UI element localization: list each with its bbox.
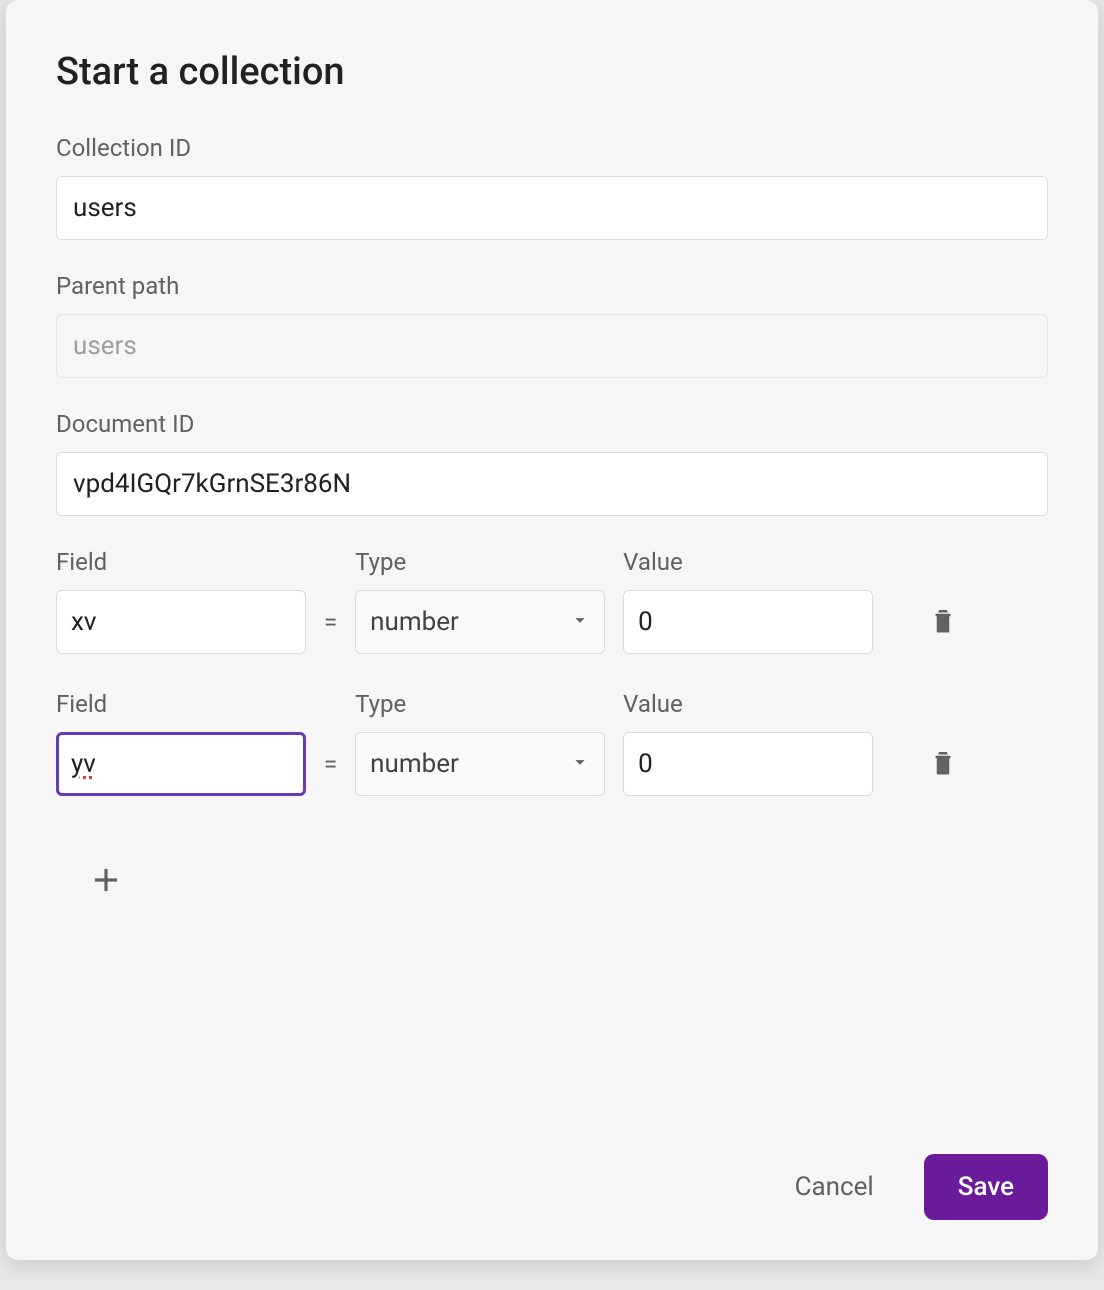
field-type-select[interactable]: number [355, 590, 605, 654]
cancel-button[interactable]: Cancel [785, 1160, 884, 1214]
trash-icon [928, 603, 958, 641]
document-id-input[interactable] [56, 452, 1048, 516]
field-name-input[interactable] [56, 732, 306, 796]
delete-field-button[interactable] [919, 732, 967, 796]
field-name-input[interactable] [56, 590, 306, 654]
field-type-select[interactable]: number [355, 732, 605, 796]
collection-id-input[interactable] [56, 176, 1048, 240]
field-name-label: Field [56, 548, 306, 576]
field-value-col: Value [623, 690, 873, 796]
field-value-label: Value [623, 690, 873, 718]
field-type-value: number [370, 749, 459, 779]
dialog-footer: Cancel Save [56, 1134, 1048, 1220]
field-type-value: number [370, 607, 459, 637]
parent-path-label: Parent path [56, 272, 1048, 300]
equals-sign: = [324, 608, 337, 654]
document-id-group: Document ID [56, 410, 1048, 516]
dialog-title: Start a collection [56, 50, 1048, 94]
field-name-label: Field [56, 690, 306, 718]
start-collection-dialog: Start a collection Collection ID Parent … [6, 0, 1098, 1260]
field-type-col: Type number [355, 690, 605, 796]
field-type-col: Type number [355, 548, 605, 654]
document-id-label: Document ID [56, 410, 1048, 438]
plus-icon [87, 861, 125, 903]
field-name-col: Field [56, 690, 306, 796]
field-row: Field = Type number Value [56, 690, 1048, 796]
parent-path-input [56, 314, 1048, 378]
collection-id-group: Collection ID [56, 134, 1048, 240]
field-value-label: Value [623, 548, 873, 576]
trash-icon [928, 745, 958, 783]
equals-sign: = [324, 750, 337, 796]
add-field-button[interactable] [76, 852, 136, 912]
field-type-label: Type [355, 690, 605, 718]
field-name-col: Field [56, 548, 306, 654]
field-row: Field = Type number Value [56, 548, 1048, 654]
field-value-input[interactable] [623, 732, 873, 796]
parent-path-group: Parent path [56, 272, 1048, 378]
save-button[interactable]: Save [924, 1154, 1048, 1220]
delete-field-button[interactable] [919, 590, 967, 654]
field-type-label: Type [355, 548, 605, 576]
field-value-col: Value [623, 548, 873, 654]
field-value-input[interactable] [623, 590, 873, 654]
collection-id-label: Collection ID [56, 134, 1048, 162]
